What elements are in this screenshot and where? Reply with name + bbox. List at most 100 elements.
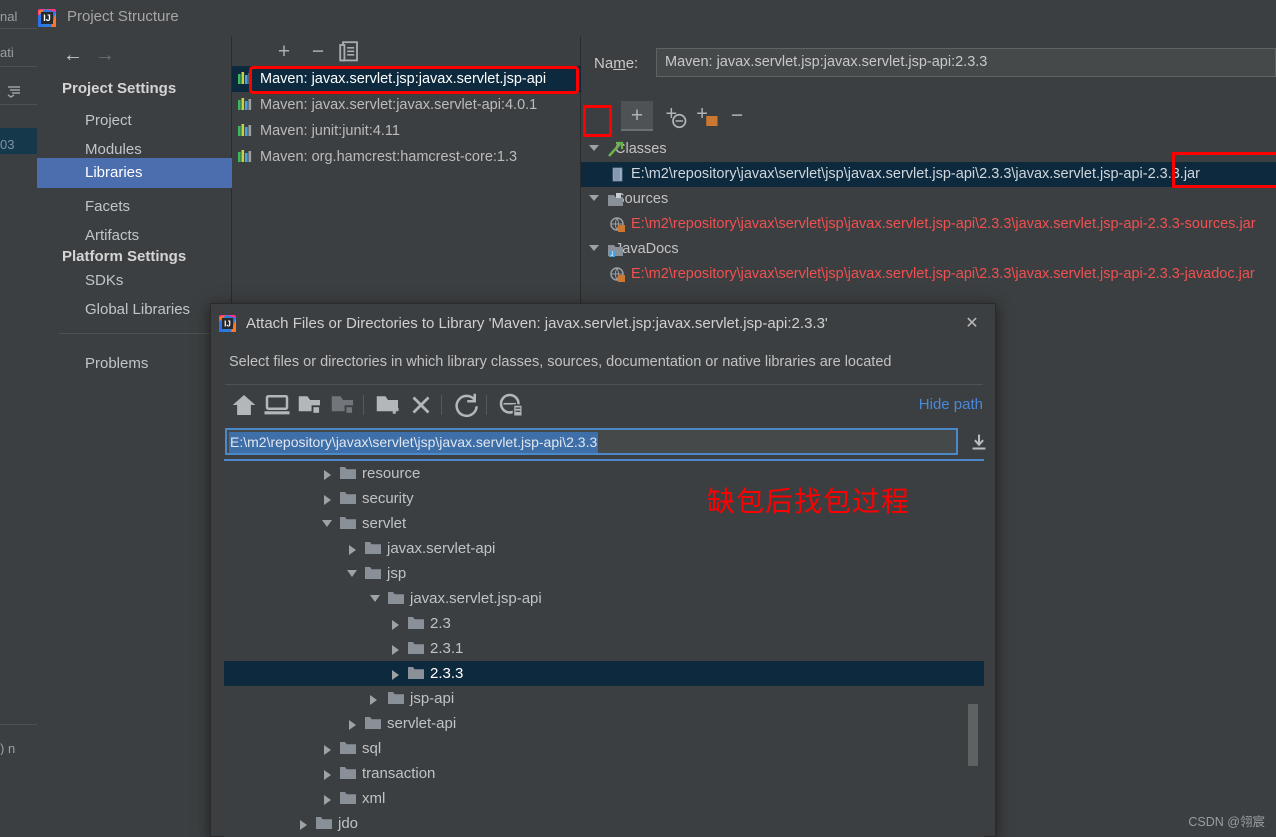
chevron-down-icon[interactable] [347, 570, 357, 577]
folder-icon [408, 642, 424, 654]
sidebar-item-label: Facets [85, 198, 131, 215]
library-item-servlet-api[interactable]: Maven: javax.servlet:javax.servlet-api:4… [232, 92, 581, 118]
library-item-label: Maven: javax.servlet.jsp:javax.servlet.j… [260, 71, 547, 87]
sidebar-item-project[interactable]: Project [37, 107, 232, 135]
root-group-sources[interactable]: Sources [581, 187, 1276, 212]
chevron-right-icon[interactable] [392, 670, 399, 680]
chevron-right-icon[interactable] [392, 645, 399, 655]
root-item-javadoc-jar[interactable]: E:\m2\repository\javax\servlet\jsp\javax… [581, 262, 1276, 287]
sidebar-group-project-settings: Project Settings [62, 80, 177, 97]
chevron-right-icon[interactable] [370, 695, 377, 705]
maven-library-icon [238, 124, 252, 136]
expand-triangle-icon[interactable] [589, 245, 599, 251]
sidebar-item-facets[interactable]: Facets [37, 193, 232, 221]
chevron-right-icon[interactable] [324, 495, 331, 505]
dialog-close-button[interactable]: ✕ [959, 312, 985, 336]
show-hidden-icon[interactable] [496, 390, 526, 420]
remove-root-button[interactable]: − [721, 101, 753, 131]
add-root-button[interactable]: + [621, 101, 653, 131]
chevron-right-icon[interactable] [349, 720, 356, 730]
tree-node-javax-servlet-api[interactable]: javax.servlet-api [224, 536, 984, 561]
chevron-down-icon[interactable] [370, 595, 380, 602]
tree-node-xml[interactable]: xml [224, 786, 984, 811]
desktop-icon[interactable] [262, 390, 292, 420]
ide-bg-text-1: ati [0, 46, 14, 59]
svg-text:+: + [666, 103, 678, 125]
library-item-junit[interactable]: Maven: junit:junit:4.11 [232, 118, 581, 144]
scrollbar-thumb[interactable] [968, 704, 978, 766]
tree-node-jsp-api[interactable]: jsp-api [224, 686, 984, 711]
add-classes-root-icon[interactable]: + [657, 101, 689, 131]
tree-node-2-3[interactable]: 2.3 [224, 611, 984, 636]
remove-library-button[interactable]: − [304, 38, 332, 66]
add-library-button[interactable]: + [270, 38, 298, 66]
folder-icon [388, 692, 404, 704]
file-tree-scrollbar[interactable] [968, 461, 978, 837]
folder-icon [340, 492, 356, 504]
refresh-icon[interactable] [451, 390, 481, 420]
back-arrow-icon[interactable]: ← [60, 42, 86, 68]
collapse-all-icon [7, 86, 20, 98]
svg-text:IJ: IJ [43, 13, 51, 23]
chevron-right-icon[interactable] [392, 620, 399, 630]
download-icon[interactable] [968, 430, 990, 454]
sidebar-item-label: Libraries [85, 164, 143, 181]
library-toolbar: + − [232, 36, 581, 68]
root-item-sources-jar[interactable]: E:\m2\repository\javax\servlet\jsp\javax… [581, 212, 1276, 237]
maven-library-icon [238, 98, 252, 110]
sidebar-item-libraries[interactable]: Libraries [37, 158, 232, 188]
add-dir-root-icon[interactable]: + [689, 101, 721, 131]
forward-arrow-icon[interactable]: → [92, 42, 118, 68]
javadoc-folder-icon: J [608, 245, 623, 258]
tree-node-servlet-api[interactable]: servlet-api [224, 711, 984, 736]
hide-path-link[interactable]: Hide path [919, 396, 983, 413]
tree-node-sql[interactable]: sql [224, 736, 984, 761]
module-folder-icon[interactable] [328, 390, 358, 420]
library-item-hamcrest[interactable]: Maven: org.hamcrest:hamcrest-core:1.3 [232, 144, 581, 170]
expand-triangle-icon[interactable] [589, 145, 599, 151]
library-name-input[interactable]: Maven: javax.servlet.jsp:javax.servlet.j… [656, 48, 1276, 77]
expand-triangle-icon[interactable] [589, 195, 599, 201]
tree-node-jsp[interactable]: jsp [224, 561, 984, 586]
tree-node-2-3-1[interactable]: 2.3.1 [224, 636, 984, 661]
sidebar-item-label: Problems [85, 355, 149, 372]
attach-files-dialog: IJ Attach Files or Directories to Librar… [210, 303, 996, 837]
root-group-javadocs[interactable]: J JavaDocs [581, 237, 1276, 262]
chevron-down-icon[interactable] [322, 520, 332, 527]
ide-bg-text-4: ) n [0, 742, 16, 755]
chevron-right-icon[interactable] [300, 820, 307, 830]
library-roots-tree: Classes E:\m2\repository\javax\servlet\j… [581, 137, 1276, 287]
window-titlebar: IJ Project Structure ✕ [37, 0, 1276, 36]
home-icon[interactable] [229, 390, 259, 420]
project-folder-icon[interactable] [295, 390, 325, 420]
folder-icon [408, 667, 424, 679]
tree-node-jdo[interactable]: jdo [224, 811, 984, 836]
sidebar-item-sdks[interactable]: SDKs [37, 267, 232, 295]
chevron-right-icon[interactable] [324, 770, 331, 780]
path-input[interactable]: E:\m2\repository\javax\servlet\jsp\javax… [225, 428, 958, 455]
chevron-right-icon[interactable] [349, 545, 356, 555]
library-item-jsp-api[interactable]: Maven: javax.servlet.jsp:javax.servlet.j… [232, 66, 581, 92]
root-item-classes-jar[interactable]: E:\m2\repository\javax\servlet\jsp\javax… [581, 162, 1276, 187]
tree-node-label: resource [362, 465, 421, 482]
chevron-right-icon[interactable] [324, 745, 331, 755]
root-group-classes[interactable]: Classes [581, 137, 1276, 162]
tree-node-transaction[interactable]: transaction [224, 761, 984, 786]
sidebar-item-global-libraries[interactable]: Global Libraries [37, 296, 232, 324]
library-item-label: Maven: javax.servlet:javax.servlet-api:4… [260, 97, 538, 113]
new-folder-icon[interactable] [373, 390, 403, 420]
delete-icon[interactable] [406, 390, 436, 420]
intellij-logo-icon: IJ [38, 9, 56, 27]
sidebar-item-artifacts[interactable]: Artifacts [37, 222, 232, 250]
sidebar-item-label: Project [85, 112, 132, 129]
chevron-right-icon[interactable] [324, 795, 331, 805]
tree-node-2-3-3[interactable]: 2.3.3 [224, 661, 984, 686]
sidebar-item-problems[interactable]: Problems [37, 350, 232, 378]
copy-library-icon[interactable] [336, 38, 364, 66]
sidebar-group-platform-settings: Platform Settings [62, 248, 187, 265]
svg-text:+: + [696, 103, 708, 125]
chevron-right-icon[interactable] [324, 470, 331, 480]
library-list: Maven: javax.servlet.jsp:javax.servlet.j… [232, 66, 581, 170]
name-field-label: Name: [594, 55, 639, 72]
tree-node-javax-servlet-jsp-api[interactable]: javax.servlet.jsp-api [224, 586, 984, 611]
